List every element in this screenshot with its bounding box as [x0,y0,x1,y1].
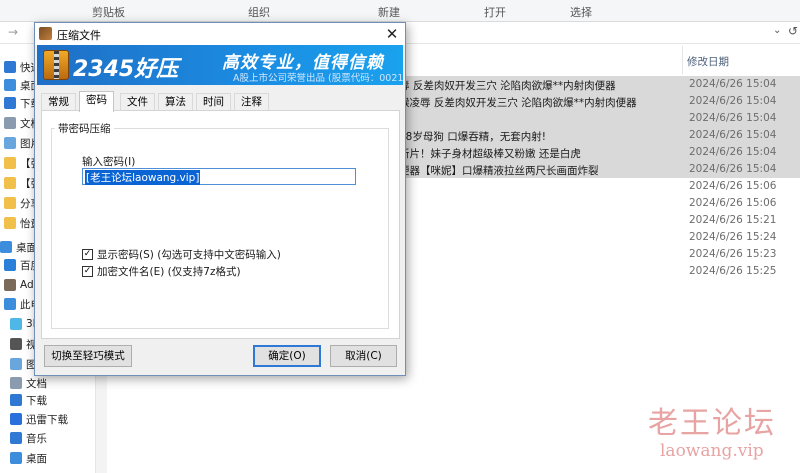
forward-arrow-icon[interactable]: → [8,25,18,39]
tab-algorithm[interactable]: 算法 [158,93,193,111]
show-password-checkbox[interactable]: ✓ 显示密码(S) (勾选可支持中文密码输入) [82,247,281,261]
column-header-date[interactable]: 修改日期 [687,54,729,69]
close-icon[interactable]: ✕ [381,24,403,44]
picture-icon [4,137,16,149]
desktop-icon [0,241,12,253]
brand-subtitle: A股上市公司荣誉出品 (股票代码：002195) [233,73,403,84]
desktop-icon [4,79,16,91]
tab-time[interactable]: 时间 [196,93,231,111]
ribbon-group-organize[interactable]: 组织 [248,4,270,20]
password-input[interactable]: [老王论坛laowang.vip] [82,168,356,185]
checkbox-checked-icon[interactable]: ✓ [82,265,93,277]
download-icon [10,394,22,406]
column-separator[interactable] [682,46,683,74]
watermark-url: laowang.vip [660,441,764,461]
folder-icon [4,177,16,189]
baidu-cloud-icon [4,259,16,271]
ribbon-group-new[interactable]: 新建 [378,4,400,20]
download-icon [4,97,16,109]
sidebar-item-videos[interactable]: 视 [10,335,37,353]
haozip-app-icon [39,27,52,40]
picture-icon [10,358,22,370]
music-note-icon [10,432,22,444]
tab-general[interactable]: 常规 [41,93,76,111]
ribbon-group-clipboard[interactable]: 剪贴板 [92,4,125,20]
password-value: [老王论坛laowang.vip] [85,170,201,185]
sidebar-item-music[interactable]: 音乐 [10,429,47,447]
cube-icon [10,318,22,330]
zip-archive-icon [43,50,69,80]
tab-panel-password: 带密码压缩 输入密码(I) [老王论坛laowang.vip] ✓ 显示密码(S… [41,110,400,339]
computer-icon [4,298,16,310]
groupbox-label: 带密码压缩 [55,121,114,136]
ribbon: 剪贴板 组织 新建 打开 选择 [0,0,800,22]
password-label: 输入密码(I) [82,156,136,168]
switch-mode-button[interactable]: 切换至轻巧模式 [44,345,132,367]
desktop-icon [10,452,22,464]
compress-dialog: 压缩文件 ✕ 2345好压 高效专业，值得信赖 A股上市公司荣誉出品 (股票代码… [34,22,406,376]
brand-banner: 2345好压 高效专业，值得信赖 A股上市公司荣誉出品 (股票代码：002195… [37,45,403,85]
ok-button[interactable]: 确定(O) [253,345,321,367]
refresh-icon[interactable]: ↺ [788,24,798,38]
sidebar-item-xunlei[interactable]: 迅雷下载 [10,410,68,428]
folder-icon [4,217,16,229]
sidebar-item-pictures-pc[interactable]: 图 [10,355,37,373]
tab-comment[interactable]: 注释 [234,93,269,111]
document-icon [4,117,16,129]
xunlei-icon [10,413,22,425]
sidebar-item-desktop-root[interactable]: 桌面 [0,238,37,256]
cancel-button[interactable]: 取消(C) [330,345,397,367]
brand-name: 2345好压 [73,57,179,82]
video-icon [10,338,22,350]
encrypt-filenames-label: 加密文件名(E) (仅支持7z格式) [97,265,241,278]
encrypt-filenames-checkbox[interactable]: ✓ 加密文件名(E) (仅支持7z格式) [82,264,241,278]
checkbox-checked-icon[interactable]: ✓ [82,248,93,260]
watermark-title: 老王论坛 [648,406,776,441]
star-icon [4,61,16,73]
document-icon [10,377,22,389]
sidebar-item-downloads-pc[interactable]: 下载 [10,391,47,409]
sidebar-item-documents-pc[interactable]: 文档 [10,374,47,392]
chevron-down-icon[interactable]: ⌄ [773,25,781,36]
dialog-title: 压缩文件 [57,29,101,42]
ribbon-group-select[interactable]: 选择 [570,4,592,20]
tab-files[interactable]: 文件 [120,93,155,111]
folder-icon [4,157,16,169]
show-password-label: 显示密码(S) (勾选可支持中文密码输入) [97,248,281,261]
dialog-titlebar[interactable]: 压缩文件 ✕ [35,23,405,45]
ribbon-group-open[interactable]: 打开 [484,4,506,20]
tab-password[interactable]: 密码 [79,91,114,112]
folder-icon [4,197,16,209]
sidebar-item-desktop-pc[interactable]: 桌面 [10,449,47,467]
user-icon [4,279,16,291]
